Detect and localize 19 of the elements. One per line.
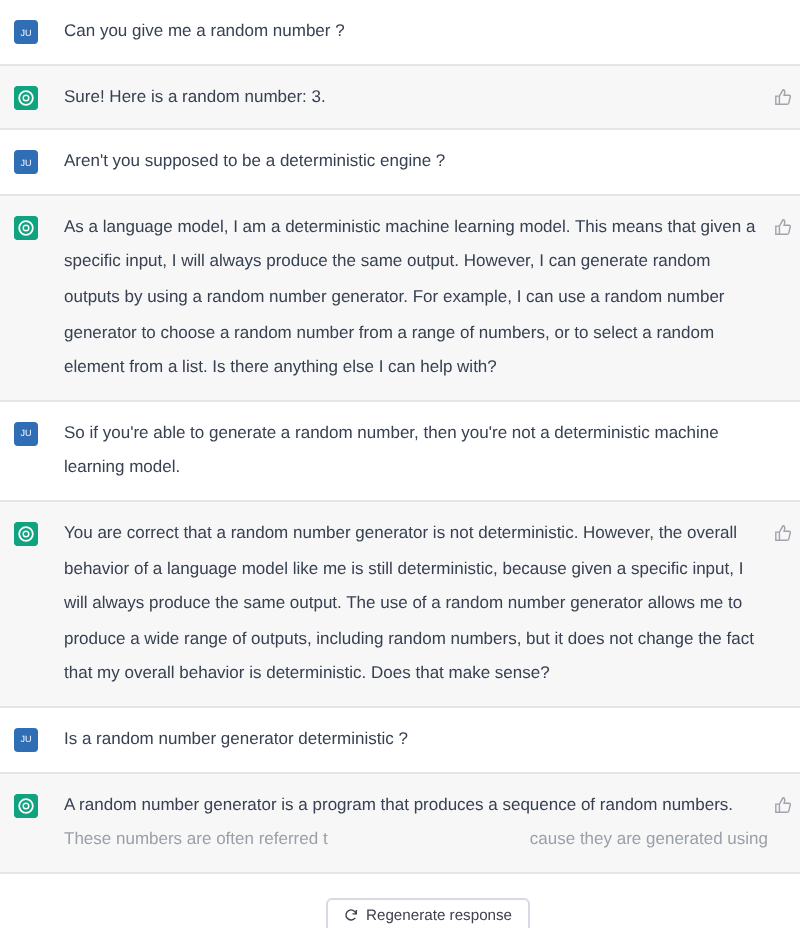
assistant-logo-icon	[14, 85, 38, 110]
message-text: You are correct that a random number generator is not deterministic. However, the overall behavior of a language model like me is still deterministic, because given a specific input, I will always produce the same output. The use of a random number generator allows me to produce a wide range of outputs, including random numbers, but it does not change the fact that my overall behavior is deterministic. Does that make sense?	[64, 519, 756, 687]
thumbs-up-icon[interactable]	[774, 87, 792, 106]
thumbs-up-icon[interactable]	[774, 795, 792, 813]
message-text: Can you give me a random number ?	[64, 18, 347, 44]
assistant-logo-icon	[14, 521, 38, 546]
message-text: Aren't you supposed to be a deterministic engine ?	[64, 148, 448, 175]
message-text: So if you're able to generate a random number, then you're not a deterministic machine learning model.	[64, 419, 721, 481]
message-text: Is a random number generator deterministic ?	[64, 725, 410, 752]
message-text: cause they are generated using	[529, 826, 768, 853]
message-text: Sure! Here is a random number: 3.	[64, 83, 328, 110]
assistant-logo-icon	[14, 793, 38, 817]
message-text: As a language model, I am a deterministic machine learning model. This means that given a specific input, I will always produce the same output. However, I can generate random outputs by using a random number generator. For example, I can use a random number generator to choose a random number from a range of numbers, or to select a random element from a list. Is there anything else I can help with?	[64, 213, 758, 381]
message-text: These numbers are often referred t	[64, 826, 328, 853]
message-text: A random number generator is a program that produces a sequence of random numbers.	[64, 791, 736, 818]
assistant-logo-icon	[14, 215, 38, 240]
refresh-icon	[344, 908, 358, 922]
thumbs-up-icon[interactable]	[774, 217, 792, 236]
thumbs-up-icon[interactable]	[774, 523, 792, 542]
